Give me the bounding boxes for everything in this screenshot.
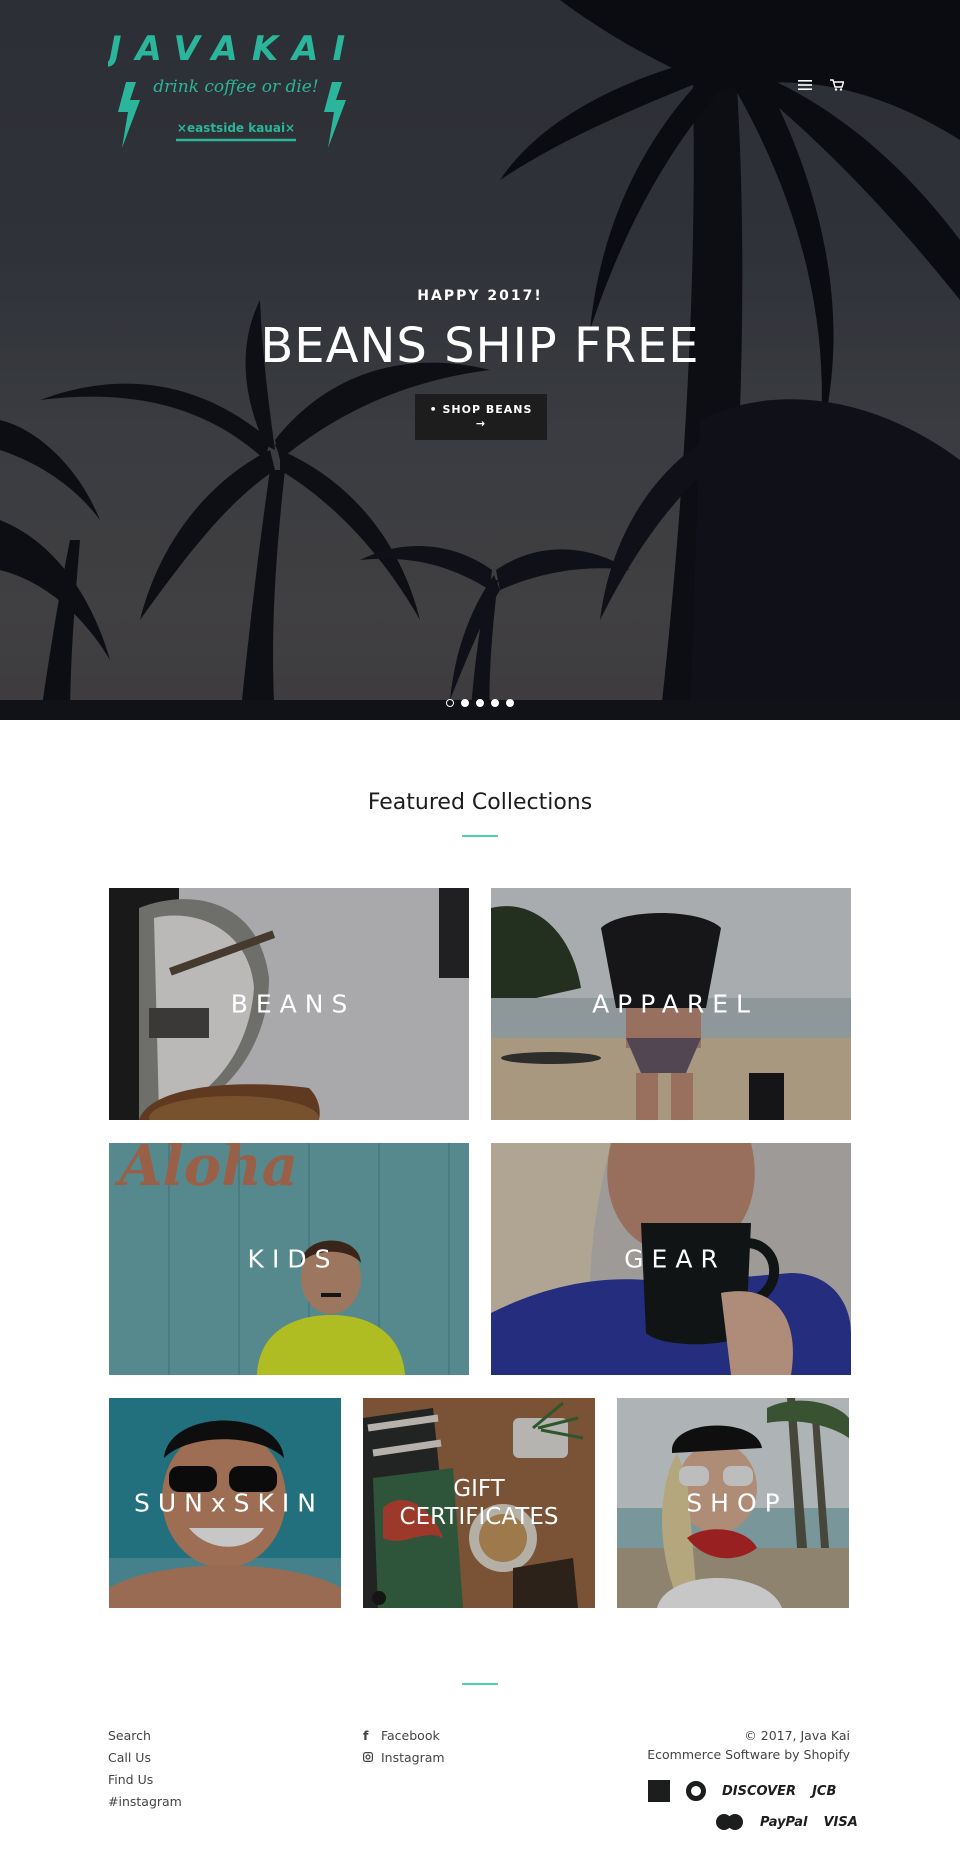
footer-social: f Facebook Instagram	[363, 1728, 445, 1772]
powered-by-link[interactable]: Ecommerce Software by Shopify	[600, 1747, 850, 1766]
collection-tile-gift-certificates[interactable]: GIFT CERTIFICATES	[363, 1398, 595, 1608]
instagram-icon	[363, 1750, 377, 1765]
slide-dot-4[interactable]	[491, 699, 499, 707]
footer-legal: © 2017, Java Kai Ecommerce Software by S…	[600, 1728, 850, 1766]
collection-label-beans: BEANS	[230, 989, 356, 1019]
collection-tile-apparel[interactable]: APPAREL	[491, 888, 851, 1120]
collection-label-gift-certificates: GIFT CERTIFICATES	[363, 1475, 595, 1531]
collection-label-gear: GEAR	[624, 1244, 726, 1274]
gift-label-line-1: GIFT	[453, 1476, 505, 1502]
collection-label-kids: KIDS	[247, 1244, 339, 1274]
hamburger-icon[interactable]	[798, 76, 812, 95]
javakai-logo[interactable]: JAVAKAI drink coffee or die! ×eastside k…	[108, 22, 360, 150]
hero-slideshow: JAVAKAI drink coffee or die! ×eastside k…	[0, 0, 960, 720]
svg-text:JAVAKAI: JAVAKAI	[108, 29, 359, 69]
footer-link-call-us[interactable]: Call Us	[108, 1750, 182, 1772]
slideshow-pagination	[446, 699, 514, 707]
shop-beans-button[interactable]: • SHOP BEANS →	[415, 394, 547, 440]
featured-collections-title: Featured Collections	[367, 790, 593, 815]
collection-tile-beans[interactable]: BEANS	[109, 888, 469, 1120]
collection-tile-kids[interactable]: Aloha KIDS	[109, 1143, 469, 1375]
collection-tile-shop[interactable]: SHOP	[617, 1398, 849, 1608]
hero-subheading: HAPPY 2017!	[417, 288, 543, 304]
footer-social-facebook[interactable]: f Facebook	[363, 1728, 445, 1750]
collection-label-apparel: APPAREL	[592, 989, 758, 1019]
jcb-icon: JCB	[812, 1783, 837, 1799]
diners-club-icon	[686, 1781, 706, 1801]
facebook-label: Facebook	[380, 1728, 440, 1743]
slide-dot-5[interactable]	[506, 699, 514, 707]
copyright-text: © 2017, Java Kai	[744, 1728, 850, 1743]
svg-text:×eastside kauai×: ×eastside kauai×	[177, 121, 295, 135]
facebook-icon: f	[363, 1728, 369, 1743]
payment-icons-row-1: DISCOVER JCB	[648, 1780, 836, 1802]
title-accent-divider	[462, 835, 498, 837]
instagram-label: Instagram	[380, 1750, 445, 1765]
master-icon	[716, 1814, 744, 1830]
shop-beans-button-label: • SHOP BEANS	[429, 403, 533, 416]
visa-icon: VISA	[823, 1814, 858, 1830]
footer-link-search[interactable]: Search	[108, 1728, 182, 1750]
footer-link-find-us[interactable]: Find Us	[108, 1772, 182, 1794]
american-express-icon	[648, 1780, 670, 1802]
footer-social-instagram[interactable]: Instagram	[363, 1750, 445, 1772]
slide-dot-2[interactable]	[461, 699, 469, 707]
collection-label-shop: SHOP	[686, 1488, 788, 1518]
collection-tile-sunxskin[interactable]: SUNxSKIN	[109, 1398, 341, 1608]
paypal-icon: PayPal	[760, 1814, 808, 1830]
svg-text:drink coffee or die!: drink coffee or die!	[153, 77, 318, 97]
gift-label-line-2: CERTIFICATES	[399, 1504, 559, 1530]
payment-icons-row-2: PayPal VISA	[716, 1814, 858, 1830]
discover-icon: DISCOVER	[722, 1783, 797, 1799]
slide-dot-1[interactable]	[446, 699, 454, 707]
collection-label-sunxskin: SUNxSKIN	[133, 1488, 324, 1518]
arrow-right-icon: →	[475, 417, 487, 430]
footer-accent-divider	[462, 1683, 498, 1685]
cart-icon[interactable]	[830, 76, 845, 95]
footer-links: Search Call Us Find Us #instagram	[108, 1728, 182, 1816]
collection-tile-gear[interactable]: GEAR	[491, 1143, 851, 1375]
slide-dot-3[interactable]	[476, 699, 484, 707]
footer-link-instagram-tag[interactable]: #instagram	[108, 1794, 182, 1816]
hero-heading: BEANS SHIP FREE	[260, 318, 700, 374]
